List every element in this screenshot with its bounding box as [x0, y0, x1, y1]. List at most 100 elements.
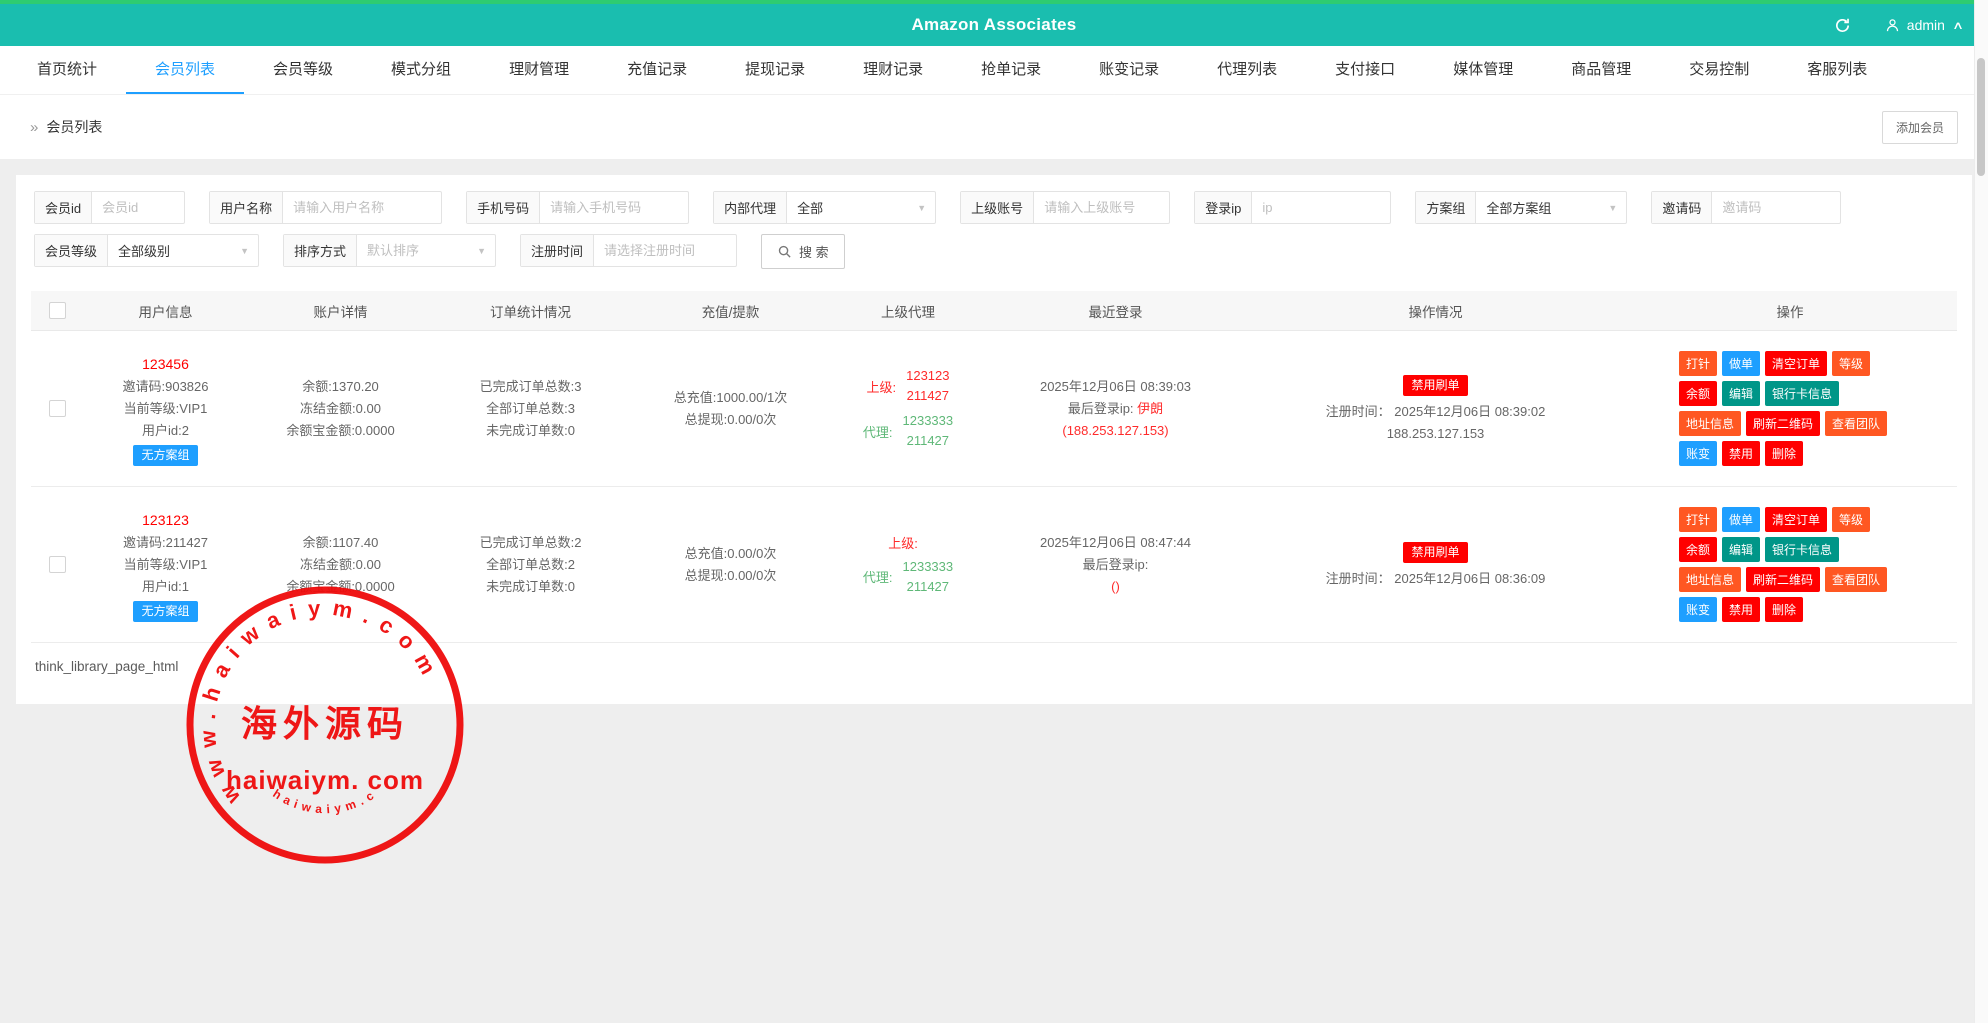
action-clear-orders-button[interactable]: 清空订单 — [1765, 507, 1827, 532]
action-address-button[interactable]: 地址信息 — [1679, 567, 1741, 592]
member-level-select[interactable] — [108, 235, 258, 266]
action-disable-button[interactable]: 禁用 — [1722, 597, 1760, 622]
app-title: Amazon Associates — [911, 15, 1076, 35]
scrollbar-thumb[interactable] — [1977, 58, 1985, 176]
filter-panel: 会员id 用户名称 手机号码 内部代理 ▼ 上级账号 登录ip — [31, 191, 1957, 269]
tab-home-stats[interactable]: 首页统计 — [8, 46, 126, 94]
tab-member-list[interactable]: 会员列表 — [126, 46, 244, 94]
yuebao-amount: 余额宝金额:0.0000 — [248, 420, 433, 442]
invite-code-input[interactable] — [1712, 192, 1840, 223]
ban-brush-badge: 禁用刷单 — [1403, 542, 1467, 563]
action-edit-button[interactable]: 编辑 — [1722, 537, 1760, 562]
login-ip-input[interactable] — [1252, 192, 1390, 223]
username-input[interactable] — [283, 192, 441, 223]
uncompleted-orders: 未完成订单数:0 — [433, 576, 628, 598]
username: 123123 — [83, 508, 248, 532]
action-level-button[interactable]: 等级 — [1832, 507, 1870, 532]
order-stats-cell: 已完成订单总数:2 全部订单总数:2 未完成订单数:0 — [433, 532, 628, 598]
action-account-change-button[interactable]: 账变 — [1679, 597, 1717, 622]
parent-values: 123123 211427 — [906, 366, 949, 406]
tab-recharge-records[interactable]: 充值记录 — [598, 46, 716, 94]
filter-scheme-group: 方案组 ▼ — [1415, 191, 1627, 224]
action-refresh-qr-button[interactable]: 刷新二维码 — [1746, 411, 1820, 436]
last-login-cell: 2025年12月06日 08:47:44 最后登录ip: () — [983, 532, 1248, 598]
tab-mode-group[interactable]: 模式分组 — [362, 46, 480, 94]
invite-code: 邀请码:903826 — [83, 376, 248, 398]
col-header-parent-agent: 上级代理 — [833, 301, 983, 321]
tab-trade-control[interactable]: 交易控制 — [1660, 46, 1778, 94]
user-icon — [1885, 18, 1900, 33]
action-view-team-button[interactable]: 查看团队 — [1825, 567, 1887, 592]
filter-parent-account-label: 上级账号 — [961, 192, 1034, 223]
agent-values: 1233333 211427 — [903, 411, 954, 451]
refresh-button[interactable] — [1834, 17, 1851, 34]
action-balance-button[interactable]: 余额 — [1679, 537, 1717, 562]
row-checkbox[interactable] — [49, 556, 66, 573]
action-address-button[interactable]: 地址信息 — [1679, 411, 1741, 436]
action-disable-button[interactable]: 禁用 — [1722, 441, 1760, 466]
agent-values: 1233333 211427 — [903, 557, 954, 597]
tab-member-level[interactable]: 会员等级 — [244, 46, 362, 94]
sort-order-select[interactable] — [357, 235, 495, 266]
tab-withdraw-records[interactable]: 提现记录 — [716, 46, 834, 94]
tab-agent-list[interactable]: 代理列表 — [1188, 46, 1306, 94]
filter-member-level: 会员等级 ▼ — [34, 234, 259, 267]
breadcrumb-arrow-icon: » — [30, 119, 38, 136]
tab-media-manage[interactable]: 媒体管理 — [1424, 46, 1542, 94]
member-id-input[interactable] — [92, 192, 184, 223]
action-clear-orders-button[interactable]: 清空订单 — [1765, 351, 1827, 376]
action-make-order-button[interactable]: 做单 — [1722, 507, 1760, 532]
tab-payment-api[interactable]: 支付接口 — [1306, 46, 1424, 94]
actions-cell: 打针 做单 清空订单 等级 余额 编辑 银行卡信息 地址信息 刷新二维码 查看团… — [1623, 346, 1957, 471]
action-bank-card-button[interactable]: 银行卡信息 — [1765, 381, 1839, 406]
tab-service-list[interactable]: 客服列表 — [1778, 46, 1896, 94]
action-view-team-button[interactable]: 查看团队 — [1825, 411, 1887, 436]
filter-row-2: 会员等级 ▼ 排序方式 ▼ 注册时间 搜 索 — [34, 234, 1954, 269]
search-button[interactable]: 搜 索 — [761, 234, 845, 269]
row-checkbox[interactable] — [49, 400, 66, 417]
yuebao-amount: 余额宝金额:0.0000 — [248, 576, 433, 598]
filter-sort-order-label: 排序方式 — [284, 235, 357, 266]
action-edit-button[interactable]: 编辑 — [1722, 381, 1760, 406]
last-login-time: 2025年12月06日 08:39:03 — [983, 376, 1248, 398]
select-all-checkbox[interactable] — [49, 302, 66, 319]
add-member-button[interactable]: 添加会员 — [1882, 111, 1958, 144]
scrollbar — [1974, 0, 1988, 1023]
last-login-country: 伊朗 — [1137, 401, 1163, 416]
tab-grab-order-records[interactable]: 抢单记录 — [952, 46, 1070, 94]
register-time-input[interactable] — [594, 235, 736, 266]
action-delete-button[interactable]: 删除 — [1765, 441, 1803, 466]
tab-finance-manage[interactable]: 理财管理 — [480, 46, 598, 94]
scheme-group-select[interactable] — [1476, 192, 1626, 223]
action-bank-card-button[interactable]: 银行卡信息 — [1765, 537, 1839, 562]
action-inject-button[interactable]: 打针 — [1679, 351, 1717, 376]
filter-register-time: 注册时间 — [520, 234, 737, 267]
register-ip: 188.253.127.153 — [1248, 423, 1623, 445]
phone-input[interactable] — [540, 192, 688, 223]
action-account-change-button[interactable]: 账变 — [1679, 441, 1717, 466]
tab-finance-records[interactable]: 理财记录 — [834, 46, 952, 94]
action-refresh-qr-button[interactable]: 刷新二维码 — [1746, 567, 1820, 592]
parent-account-input[interactable] — [1034, 192, 1169, 223]
col-header-recharge-withdraw: 充值/提款 — [628, 301, 833, 321]
order-stats-cell: 已完成订单总数:3 全部订单总数:3 未完成订单数:0 — [433, 376, 628, 442]
operation-status-cell: 禁用刷单 注册时间： 2025年12月06日 08:36:09 — [1248, 539, 1623, 590]
total-withdraw: 总提现:0.00/0次 — [628, 565, 833, 587]
last-login-ip-label: 最后登录ip: — [1083, 557, 1149, 572]
tab-account-change-records[interactable]: 账变记录 — [1070, 46, 1188, 94]
action-inject-button[interactable]: 打针 — [1679, 507, 1717, 532]
invite-code: 邀请码:211427 — [83, 532, 248, 554]
parent-agent-cell: 上级: 代理: 1233333 211427 — [833, 528, 983, 602]
action-delete-button[interactable]: 删除 — [1765, 597, 1803, 622]
action-balance-button[interactable]: 余额 — [1679, 381, 1717, 406]
member-level: 当前等级:VIP1 — [83, 398, 248, 420]
tab-product-manage[interactable]: 商品管理 — [1542, 46, 1660, 94]
action-make-order-button[interactable]: 做单 — [1722, 351, 1760, 376]
filter-username-label: 用户名称 — [210, 192, 283, 223]
admin-menu[interactable]: admin ∧ — [1885, 17, 1962, 33]
filter-member-level-label: 会员等级 — [35, 235, 108, 266]
action-level-button[interactable]: 等级 — [1832, 351, 1870, 376]
filter-login-ip: 登录ip — [1194, 191, 1391, 224]
internal-agent-select[interactable] — [787, 192, 935, 223]
filter-login-ip-label: 登录ip — [1195, 192, 1252, 223]
